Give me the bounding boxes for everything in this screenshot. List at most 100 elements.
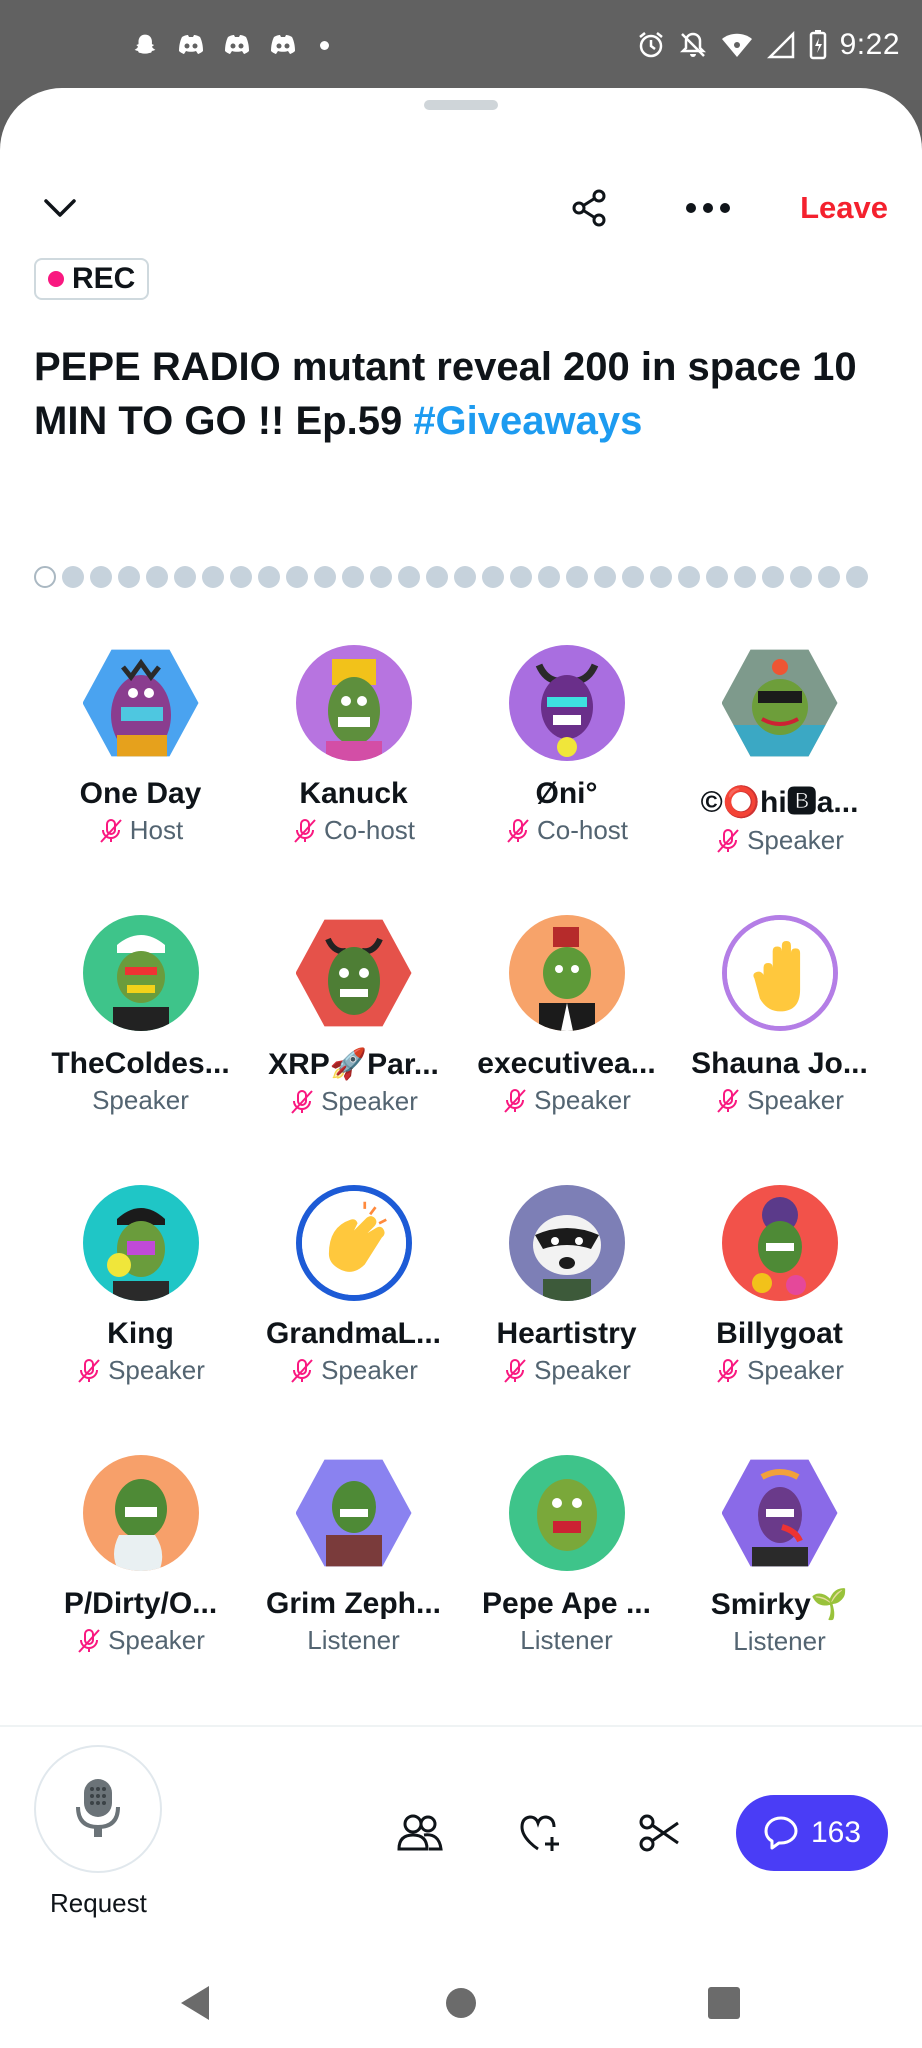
participant-card[interactable]: executivea... Speaker bbox=[460, 915, 673, 1185]
page-dot[interactable] bbox=[398, 566, 420, 588]
role-label: Co-host bbox=[323, 815, 416, 845]
page-dot[interactable] bbox=[482, 566, 504, 588]
clip-icon[interactable] bbox=[632, 1805, 688, 1861]
notifications-off-icon bbox=[679, 32, 706, 57]
mic-off-icon bbox=[717, 828, 739, 853]
participant-card[interactable]: Shauna Jo... Speaker bbox=[673, 915, 886, 1185]
page-dot[interactable] bbox=[454, 566, 476, 588]
participant-card[interactable]: Smirky🌱 Listener bbox=[673, 1455, 886, 1725]
drag-handle[interactable] bbox=[424, 100, 498, 110]
participant-card[interactable]: Kanuck Co-host bbox=[247, 645, 460, 915]
participant-card[interactable]: P/Dirty/O... Speaker bbox=[34, 1455, 247, 1725]
page-dot[interactable] bbox=[510, 566, 532, 588]
page-dot[interactable] bbox=[762, 566, 784, 588]
participant-card[interactable]: Heartistry Speaker bbox=[460, 1185, 673, 1455]
home-icon[interactable] bbox=[435, 1977, 487, 2029]
space-title: PEPE RADIO mutant reveal 200 in space 10… bbox=[34, 340, 894, 448]
page-indicator[interactable] bbox=[34, 566, 868, 592]
heart-plus-icon[interactable] bbox=[512, 1805, 568, 1861]
page-dot[interactable] bbox=[594, 566, 616, 588]
rec-label: REC bbox=[72, 262, 136, 295]
avatar bbox=[82, 915, 199, 1031]
page-dot[interactable] bbox=[678, 566, 700, 588]
participant-role: Listener bbox=[733, 1626, 826, 1657]
page-dot[interactable] bbox=[706, 566, 728, 588]
bottom-divider bbox=[0, 1725, 922, 1727]
role-label: Speaker bbox=[747, 1085, 844, 1115]
avatar bbox=[82, 1185, 199, 1301]
page-dot[interactable] bbox=[314, 566, 336, 588]
participant-card[interactable]: Billygoat Speaker bbox=[673, 1185, 886, 1455]
participant-card[interactable]: King Speaker bbox=[34, 1185, 247, 1455]
page-dot[interactable] bbox=[90, 566, 112, 588]
participant-role: Speaker bbox=[715, 1355, 844, 1386]
signal-icon bbox=[766, 30, 794, 59]
people-icon[interactable] bbox=[392, 1805, 448, 1861]
page-dot[interactable] bbox=[538, 566, 560, 588]
page-dot[interactable] bbox=[622, 566, 644, 588]
participant-card[interactable]: ©⭕hi🅱a... Speaker bbox=[673, 645, 886, 915]
mic-off-icon bbox=[78, 1358, 100, 1383]
alarm-icon bbox=[638, 32, 663, 58]
participant-name: Smirky🌱 bbox=[710, 1588, 849, 1621]
participant-card[interactable]: GrandmaL... Speaker bbox=[247, 1185, 460, 1455]
participant-name: ©⭕hi🅱a... bbox=[700, 786, 859, 819]
participant-role: Speaker bbox=[502, 1085, 631, 1116]
participant-card[interactable]: TheColdes... Speaker bbox=[34, 915, 247, 1185]
share-icon[interactable] bbox=[560, 178, 620, 238]
page-dot[interactable] bbox=[286, 566, 308, 588]
recents-icon[interactable] bbox=[698, 1977, 750, 2029]
chat-button[interactable]: 163 bbox=[736, 1795, 888, 1871]
page-dot[interactable] bbox=[342, 566, 364, 588]
wifi-icon bbox=[721, 33, 752, 57]
participant-role: Speaker bbox=[715, 1085, 844, 1116]
page-dot[interactable] bbox=[258, 566, 280, 588]
page-dot[interactable] bbox=[202, 566, 224, 588]
participant-card[interactable]: Øni° Co-host bbox=[460, 645, 673, 915]
page-dot[interactable] bbox=[230, 566, 252, 588]
role-label: Co-host bbox=[536, 815, 629, 845]
participant-name: Øni° bbox=[535, 777, 598, 810]
participant-name: Grim Zeph... bbox=[265, 1587, 442, 1620]
leave-button[interactable]: Leave bbox=[800, 190, 888, 226]
role-label: Speaker bbox=[92, 1085, 189, 1115]
page-dot[interactable] bbox=[118, 566, 140, 588]
participant-card[interactable]: Grim Zeph... Listener bbox=[247, 1455, 460, 1725]
participant-role: Listener bbox=[520, 1625, 613, 1656]
participant-name: XRP🚀Par... bbox=[268, 1048, 439, 1081]
back-icon[interactable] bbox=[170, 1977, 222, 2029]
page-dot[interactable] bbox=[734, 566, 756, 588]
participant-role: Host bbox=[98, 815, 183, 846]
avatar bbox=[721, 1459, 838, 1567]
avatar bbox=[721, 915, 838, 1031]
page-dot[interactable] bbox=[174, 566, 196, 588]
status-bar: 9:22 bbox=[0, 0, 922, 100]
hashtag-link[interactable]: #Giveaways bbox=[413, 399, 642, 443]
chevron-down-icon[interactable] bbox=[30, 178, 90, 238]
page-dot[interactable] bbox=[146, 566, 168, 588]
page-dot[interactable] bbox=[426, 566, 448, 588]
participant-role: Speaker bbox=[289, 1086, 418, 1117]
participant-card[interactable]: Pepe Ape ... Listener bbox=[460, 1455, 673, 1725]
page-dot[interactable] bbox=[818, 566, 840, 588]
more-icon[interactable] bbox=[678, 178, 738, 238]
page-dot[interactable] bbox=[846, 566, 868, 588]
page-dot[interactable] bbox=[62, 566, 84, 588]
page-dot[interactable] bbox=[566, 566, 588, 588]
participant-role: Listener bbox=[307, 1625, 400, 1656]
participant-card[interactable]: XRP🚀Par... Speaker bbox=[247, 915, 460, 1185]
mic-off-icon bbox=[294, 818, 316, 843]
participants-grid: One Day Host Kanuck Co-host Øni° Co-host… bbox=[34, 645, 886, 1725]
avatar bbox=[295, 1185, 412, 1301]
participant-role: Speaker bbox=[76, 1355, 205, 1386]
participant-card[interactable]: One Day Host bbox=[34, 645, 247, 915]
page-dot[interactable] bbox=[790, 566, 812, 588]
mic-off-icon bbox=[504, 1088, 526, 1113]
page-dot[interactable] bbox=[34, 566, 56, 588]
role-label: Speaker bbox=[747, 825, 844, 855]
page-dot[interactable] bbox=[370, 566, 392, 588]
page-dot[interactable] bbox=[650, 566, 672, 588]
participant-name: TheColdes... bbox=[51, 1047, 230, 1080]
request-mic-button[interactable] bbox=[34, 1745, 162, 1873]
role-label: Speaker bbox=[534, 1085, 631, 1115]
